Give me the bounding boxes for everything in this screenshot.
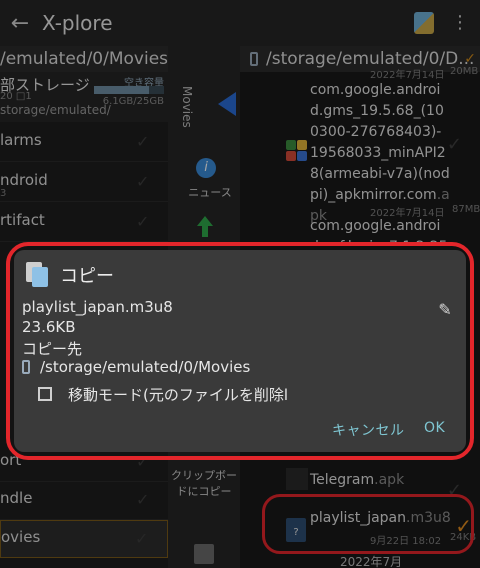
destination-label: コピー先 <box>22 340 83 358</box>
source-filename: playlist_japan.m3u8 <box>22 298 173 316</box>
destination-path[interactable]: /storage/emulated/0/Movies <box>22 358 250 376</box>
destination-path-text: /storage/emulated/0/Movies <box>40 358 251 376</box>
edit-pencil-icon[interactable]: ✎ <box>436 300 454 319</box>
cancel-button[interactable]: キャンセル <box>332 420 405 440</box>
source-filesize: 23.6KB <box>22 318 76 336</box>
copy-dialog: コピー playlist_japan.m3u8 ✎ 23.6KB コピー先 /s… <box>14 250 466 452</box>
ok-button[interactable]: OK <box>424 420 445 436</box>
copy-icon <box>24 262 50 288</box>
phone-storage-icon <box>22 360 30 374</box>
move-mode-checkbox[interactable] <box>38 387 52 401</box>
move-mode-label[interactable]: 移動モード(元のファイルを削除l <box>68 384 288 405</box>
dialog-title: コピー <box>60 266 114 287</box>
